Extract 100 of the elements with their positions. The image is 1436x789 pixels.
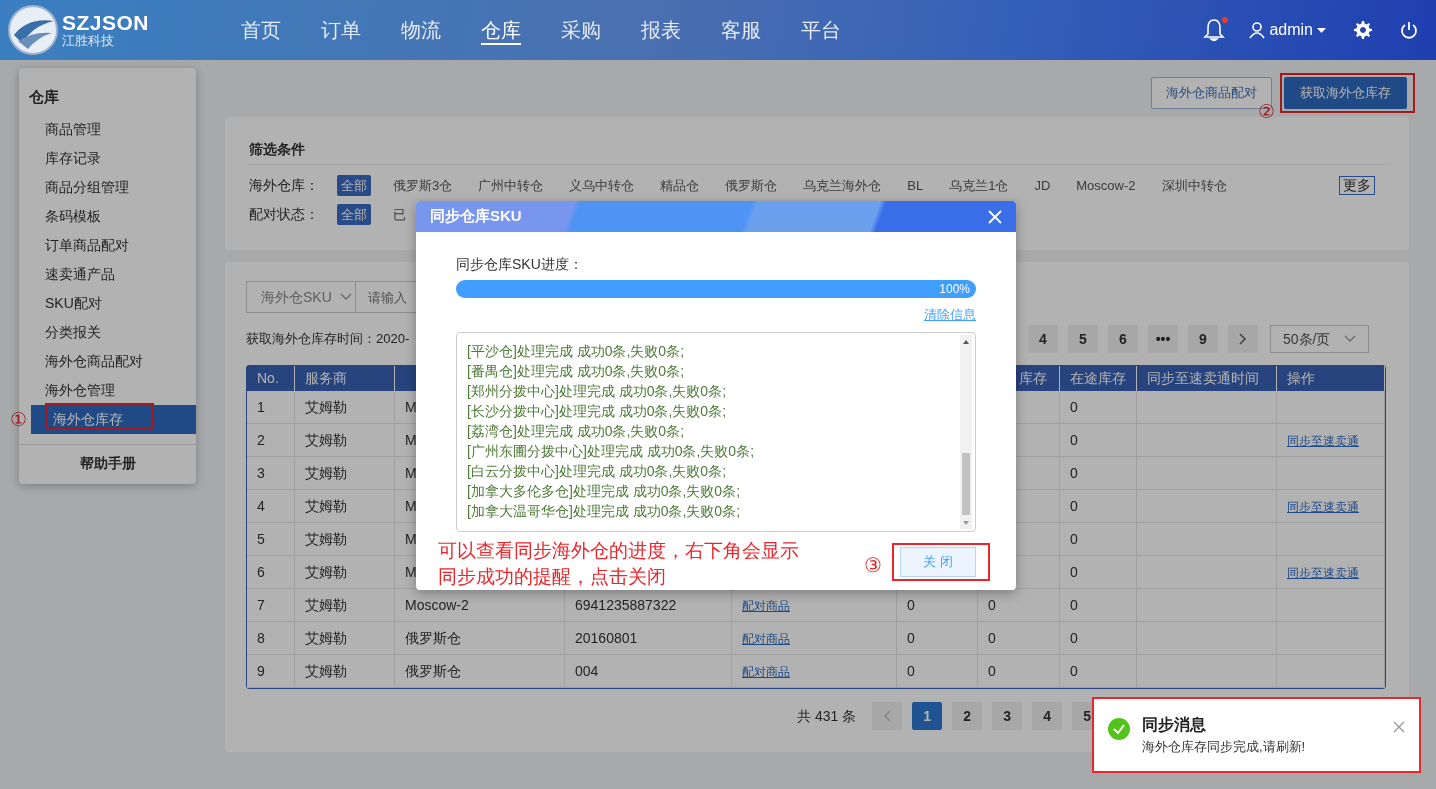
table-cell: 3 [257, 464, 265, 481]
chevron-left-icon [883, 710, 892, 722]
match-product-link[interactable]: 配对商品 [742, 631, 790, 646]
page-button[interactable]: 3 [992, 702, 1023, 730]
filter-option[interactable]: 广州中转仓 [474, 174, 548, 197]
table-cell: 俄罗斯仓 [405, 662, 461, 679]
table-cell: Moscow-2 [405, 596, 469, 613]
table-cell: 9 [257, 662, 265, 679]
page-button[interactable]: 2 [952, 702, 983, 730]
table-cell: 0 [988, 596, 996, 613]
success-icon [1108, 718, 1130, 740]
scrollbar-drawing[interactable] [960, 335, 972, 529]
nav-menu-item[interactable]: 客服 [721, 13, 802, 47]
table-cell: 0 [1070, 398, 1078, 415]
log-line: [广州东圃分拨中心]处理完成 成功0条,失败0条; [467, 442, 756, 461]
table-cell: 0 [1070, 431, 1078, 448]
sidebar-item[interactable]: 条码模板 [19, 201, 196, 231]
chevron-right-icon [1239, 333, 1247, 345]
close-icon [1393, 721, 1405, 733]
table-cell: 5 [257, 530, 265, 547]
page-button[interactable]: 5 [1068, 325, 1098, 353]
table-cell: 俄罗斯仓 [405, 629, 461, 646]
filter-option[interactable]: 义乌中转仓 [565, 174, 639, 197]
filter-option[interactable]: 精品仓 [656, 174, 704, 197]
table-cell: 0 [907, 596, 915, 613]
filter-option[interactable]: 乌克兰海外仓 [799, 174, 886, 197]
match-product-link[interactable]: 配对商品 [742, 664, 790, 679]
nav-menu-item[interactable]: 报表 [641, 13, 722, 47]
log-line: [加拿大温哥华仓]处理完成 成功0条,失败0条; [467, 502, 742, 521]
fetch-stock-button[interactable]: 获取海外仓库存 [1284, 77, 1407, 109]
page-size-select[interactable]: 50条/页 [1270, 325, 1369, 353]
page-button[interactable]: 1 [912, 702, 943, 730]
table-cell: 艾姆勒 [305, 596, 347, 613]
settings-button[interactable] [1354, 20, 1372, 40]
page-button[interactable]: 6 [1108, 325, 1138, 353]
power-button[interactable] [1400, 21, 1418, 39]
table-cell: 艾姆勒 [305, 398, 347, 415]
filter-option[interactable]: 已 [389, 203, 410, 226]
table-cell: M [405, 398, 417, 415]
table-cell: M [405, 530, 417, 547]
more-button[interactable]: 更多 [1339, 176, 1375, 195]
sidebar-item[interactable]: 分类报关 [19, 317, 196, 347]
log-line: [郑州分拨中心]处理完成 成功0条,失败0条; [467, 382, 728, 401]
column-header: No. [257, 370, 279, 386]
filter-option[interactable]: 全部 [337, 174, 371, 197]
table-cell: M [405, 497, 417, 514]
help-manual-link[interactable]: 帮助手册 [19, 443, 196, 484]
table-cell: 0 [1070, 596, 1078, 613]
sku-select[interactable]: 海外仓SKU [246, 281, 356, 313]
filter-option[interactable]: Moscow-2 [1072, 174, 1140, 197]
nav-menu-item[interactable]: 仓库 [481, 13, 562, 47]
notification-bell-icon[interactable] [1203, 18, 1226, 42]
close-icon [988, 209, 1002, 224]
nav-menu-item[interactable]: 采购 [561, 13, 642, 47]
page-button[interactable]: ••• [1148, 325, 1178, 353]
filter-option[interactable]: 俄罗斯仓 [721, 174, 782, 197]
sync-link[interactable]: 同步至速卖通 [1287, 433, 1359, 448]
log-line: [荔湾仓]处理完成 成功0条,失败0条; [467, 422, 686, 441]
page-button[interactable]: 9 [1188, 325, 1218, 353]
sidebar-item[interactable]: 海外仓管理 [19, 375, 196, 405]
chevron-down-icon [339, 293, 352, 301]
table-cell: 6 [257, 563, 265, 580]
filter-option[interactable]: JD [1030, 174, 1055, 197]
filter-label: 配对状态： [249, 205, 320, 224]
table-cell: 0 [1070, 662, 1078, 679]
close-button[interactable] [1393, 721, 1405, 733]
user-menu[interactable]: admin [1249, 18, 1326, 42]
sidebar-item[interactable]: 库存记录 [19, 143, 196, 173]
annotation-number: ① [9, 409, 28, 429]
dialog-title: 同步仓库SKU [430, 206, 522, 227]
page-button[interactable]: 4 [1028, 325, 1058, 353]
filter-option[interactable]: 乌克兰1仓 [945, 174, 1013, 197]
table-cell: M [405, 563, 417, 580]
column-header: 操作 [1287, 370, 1315, 386]
table-cell: 艾姆勒 [305, 497, 347, 514]
sidebar-item[interactable]: 商品管理 [19, 114, 196, 144]
filter-option[interactable]: 深圳中转仓 [1157, 174, 1231, 197]
sync-link[interactable]: 同步至速卖通 [1287, 499, 1359, 514]
filter-option[interactable]: BL [903, 174, 928, 197]
table-cell: 004 [575, 662, 599, 679]
sidebar-item[interactable]: SKU配对 [19, 288, 196, 318]
page-button[interactable]: 4 [1032, 702, 1063, 730]
sidebar-item[interactable]: 订单商品配对 [19, 230, 196, 260]
table-cell: 20160801 [575, 629, 638, 646]
match-product-link[interactable]: 配对商品 [742, 598, 790, 613]
nav-menu-item[interactable]: 平台 [801, 13, 882, 47]
table-cell: 0 [1070, 530, 1078, 547]
sync-link[interactable]: 同步至速卖通 [1287, 565, 1359, 580]
nav-menu-item[interactable]: 首页 [241, 13, 322, 47]
nav-menu-item[interactable]: 订单 [321, 13, 402, 47]
sidebar-item[interactable]: 速卖通产品 [19, 259, 196, 289]
filter-option[interactable]: 全部 [337, 203, 371, 226]
sidebar-item[interactable]: 商品分组管理 [19, 172, 196, 202]
log-line: [长沙分拨中心]处理完成 成功0条,失败0条; [467, 402, 728, 421]
filter-option[interactable]: 俄罗斯3仓 [389, 174, 457, 197]
log-line: [平沙仓]处理完成 成功0条,失败0条; [467, 342, 686, 361]
clear-info-link[interactable]: 清除信息 [924, 307, 976, 322]
sidebar-item[interactable]: 海外仓商品配对 [19, 346, 196, 376]
nav-menu-item[interactable]: 物流 [401, 13, 482, 47]
log-line: [番禺仓]处理完成 成功0条,失败0条; [467, 362, 686, 381]
